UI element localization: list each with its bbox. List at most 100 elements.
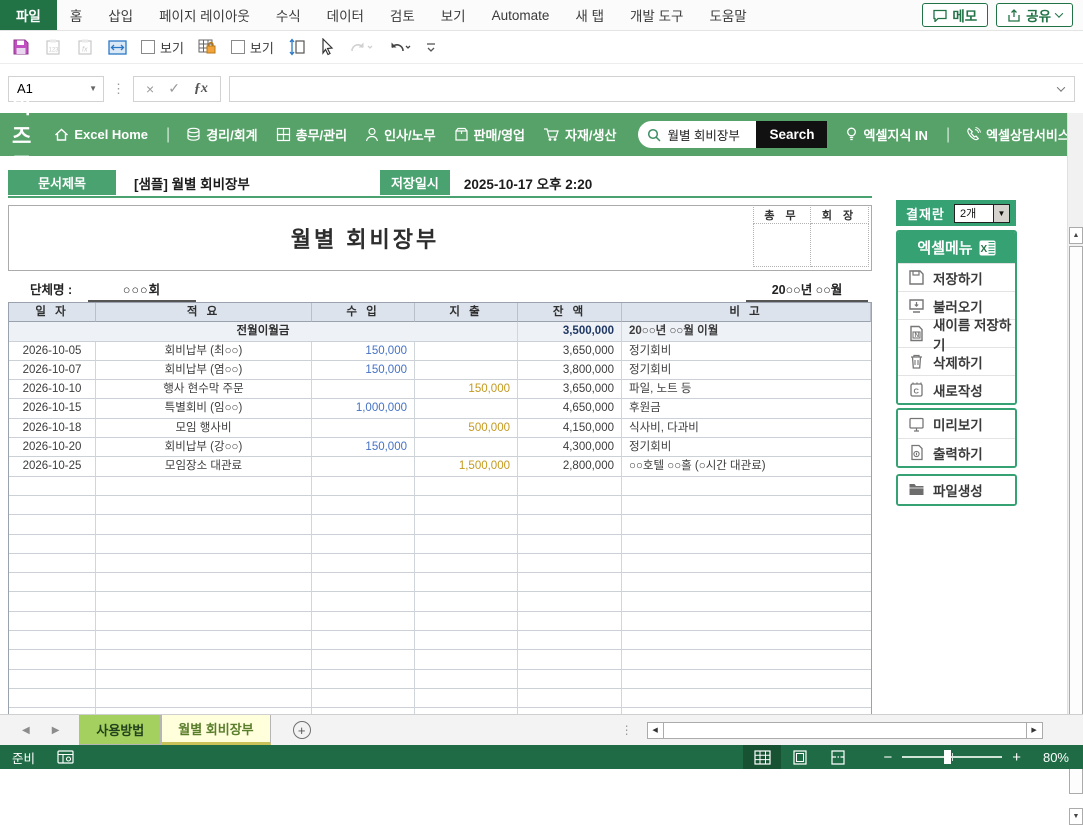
menu-print-button[interactable]: 출력하기 <box>898 438 1015 466</box>
select-cursor-icon[interactable] <box>320 38 335 56</box>
row-height-icon[interactable] <box>288 38 306 56</box>
cell-date[interactable]: 2026-10-25 <box>9 457 96 477</box>
search-button[interactable]: Search <box>756 121 828 148</box>
scroll-right-button[interactable]: ▶ <box>1025 722 1042 738</box>
zoom-slider-thumb[interactable] <box>944 750 952 764</box>
cell-income[interactable] <box>312 650 415 670</box>
approval-count-dropdown[interactable]: 2개 ▼ <box>954 203 1010 223</box>
tab-file[interactable]: 파일 <box>0 0 57 30</box>
cell-balance[interactable]: 4,650,000 <box>518 399 622 419</box>
cell-income[interactable] <box>312 515 415 535</box>
cell-expense[interactable] <box>415 631 518 651</box>
cell-income[interactable]: 150,000 <box>312 360 415 381</box>
cell-desc[interactable] <box>96 611 312 632</box>
cell-balance[interactable]: 3,650,000 <box>518 380 622 400</box>
cell-note[interactable] <box>622 496 871 516</box>
toolbar-overflow-icon[interactable] <box>425 41 437 53</box>
cell-desc[interactable] <box>96 592 312 612</box>
cell-income[interactable]: 150,000 <box>312 438 415 458</box>
cell-date[interactable]: 2026-10-18 <box>9 418 96 439</box>
cancel-entry-icon[interactable]: × <box>146 81 154 97</box>
view-toggle-2[interactable]: 보기 <box>230 38 274 57</box>
cell-date[interactable] <box>9 495 96 516</box>
cell-balance[interactable] <box>518 495 622 516</box>
checkbox-icon[interactable] <box>230 40 245 54</box>
period-value[interactable]: 20○○년 ○○월 <box>746 279 868 302</box>
approval-sign-cell[interactable] <box>753 224 811 267</box>
search-box[interactable] <box>638 121 757 148</box>
cell-desc[interactable] <box>96 650 312 670</box>
cell-expense[interactable] <box>415 495 518 516</box>
cell-income[interactable] <box>312 611 415 632</box>
cell-expense[interactable] <box>415 650 518 670</box>
cell-date[interactable]: 2026-10-07 <box>9 360 96 381</box>
comments-button[interactable]: 메모 <box>922 3 989 27</box>
cell-date[interactable] <box>9 650 96 670</box>
cell-expense[interactable] <box>415 341 518 361</box>
dropdown-arrow-icon[interactable]: ▼ <box>993 204 1009 222</box>
cell-expense[interactable] <box>415 438 518 458</box>
carryover-label-cell[interactable]: 전월이월금 <box>9 322 518 342</box>
confirm-entry-icon[interactable]: ✓ <box>168 80 180 97</box>
cell-expense[interactable] <box>415 534 518 554</box>
cell-date[interactable]: 2026-10-15 <box>9 399 96 419</box>
save-icon[interactable] <box>12 38 30 56</box>
cell-balance[interactable] <box>518 592 622 612</box>
cell-note[interactable] <box>622 670 871 689</box>
cell-income[interactable] <box>312 476 415 496</box>
checkbox-icon[interactable] <box>141 40 155 54</box>
sheet-nav-right-icon[interactable]: ▶ <box>52 725 60 736</box>
cell-income[interactable] <box>312 418 415 439</box>
cell-note[interactable]: 정기회비 <box>622 342 871 361</box>
cell-balance[interactable] <box>518 611 622 632</box>
tab-home[interactable]: 홈 <box>57 0 95 30</box>
cell-balance[interactable]: 4,150,000 <box>518 418 622 439</box>
approval-sign-cell[interactable] <box>811 224 869 267</box>
paste-values-icon[interactable]: 123 <box>44 38 62 56</box>
search-input[interactable] <box>667 127 750 142</box>
cell-note[interactable] <box>622 554 871 574</box>
cell-expense[interactable] <box>415 669 518 689</box>
tab-formulas[interactable]: 수식 <box>263 0 314 30</box>
cell-note[interactable] <box>622 631 871 651</box>
cell-income[interactable] <box>312 553 415 574</box>
cell-expense[interactable] <box>415 399 518 419</box>
cell-desc[interactable] <box>96 573 312 593</box>
cell-desc[interactable]: 회비납부 (염○○) <box>96 360 312 381</box>
tab-data[interactable]: 데이터 <box>314 0 377 30</box>
cell-balance[interactable] <box>518 669 622 689</box>
cell-desc[interactable] <box>96 631 312 651</box>
tab-developer[interactable]: 개발 도구 <box>617 0 696 30</box>
cell-expense[interactable]: 500,000 <box>415 418 518 439</box>
carryover-note-cell[interactable]: 20○○년 ○○월 이월 <box>622 322 871 342</box>
cell-income[interactable] <box>312 573 415 593</box>
vertical-scrollbar[interactable]: ▲ ▼ <box>1067 113 1083 825</box>
cell-balance[interactable] <box>518 515 622 535</box>
cell-note[interactable] <box>622 535 871 554</box>
category-sales[interactable]: 판매/영업 <box>454 125 525 144</box>
cell-income[interactable] <box>312 592 415 612</box>
cell-date[interactable] <box>9 688 96 709</box>
cell-income[interactable] <box>312 457 415 477</box>
menu-preview-button[interactable]: 미리보기 <box>898 410 1015 438</box>
excel-knowledge-link[interactable]: 엑셀지식 IN <box>845 125 928 144</box>
column-width-icon[interactable] <box>108 39 127 56</box>
cell-date[interactable]: 2026-10-05 <box>9 341 96 361</box>
cell-expense[interactable] <box>415 592 518 612</box>
tab-automate[interactable]: Automate <box>479 0 563 30</box>
category-hr[interactable]: 인사/노무 <box>365 125 436 144</box>
excel-consult-link[interactable]: 엑셀상담서비스 <box>966 125 1070 144</box>
col-header-date[interactable]: 일 자 <box>9 303 96 323</box>
cell-expense[interactable]: 1,500,000 <box>415 457 518 477</box>
add-sheet-icon[interactable]: + <box>292 721 311 739</box>
tab-view[interactable]: 보기 <box>428 0 479 30</box>
cell-note[interactable]: 파일, 노트 등 <box>622 380 871 400</box>
col-header-note[interactable]: 비 고 <box>622 303 871 323</box>
insert-function-icon[interactable]: ƒx <box>194 81 208 97</box>
zoom-slider[interactable] <box>902 750 1003 764</box>
cell-income[interactable] <box>312 495 415 516</box>
scroll-left-button[interactable]: ◀ <box>648 722 664 738</box>
cell-date[interactable]: 2026-10-20 <box>9 438 96 458</box>
cell-note[interactable] <box>622 573 871 593</box>
col-header-income[interactable]: 수 입 <box>312 303 415 323</box>
